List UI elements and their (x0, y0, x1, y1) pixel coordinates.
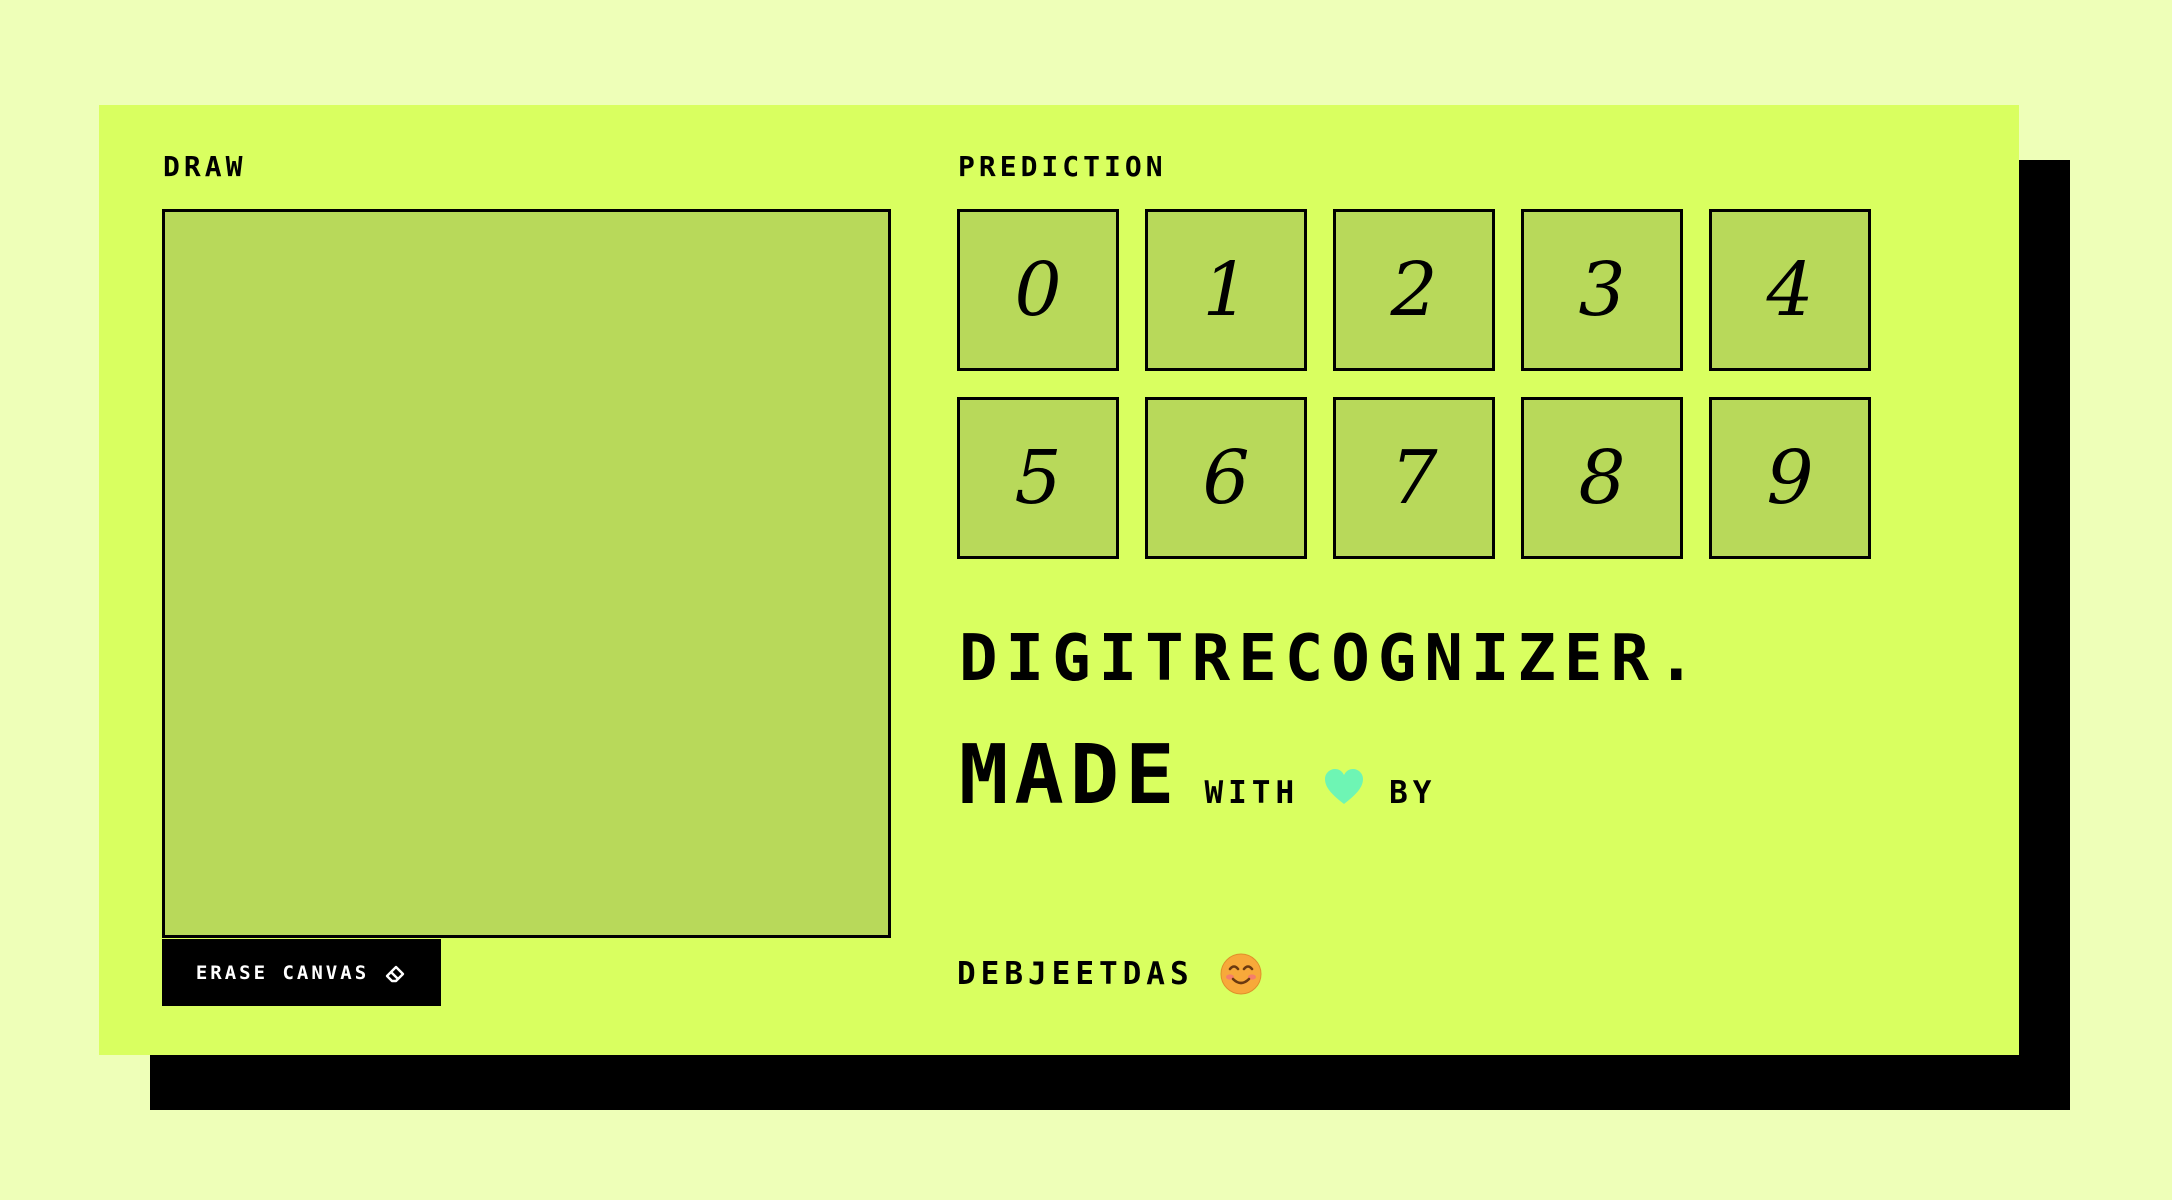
author-line: DEBJEETDAS (957, 953, 1262, 995)
made-with-line: MADE WITH BY (959, 735, 1436, 817)
digit-cell-7[interactable]: 7 (1333, 397, 1495, 559)
smiling-face-icon (1220, 953, 1262, 995)
digit-cell-6[interactable]: 6 (1145, 397, 1307, 559)
prediction-label: PREDICTION (958, 150, 1167, 183)
by-text: BY (1389, 775, 1437, 811)
digit-cell-9[interactable]: 9 (1709, 397, 1871, 559)
app-title: DIGITRECOGNIZER. (959, 622, 1704, 696)
drawing-canvas[interactable] (162, 209, 891, 938)
digit-cell-4[interactable]: 4 (1709, 209, 1871, 371)
digit-cell-1[interactable]: 1 (1145, 209, 1307, 371)
digit-cell-5[interactable]: 5 (957, 397, 1119, 559)
digit-cell-0[interactable]: 0 (957, 209, 1119, 371)
made-text: MADE (959, 728, 1181, 823)
author-name[interactable]: DEBJEETDAS (957, 958, 1194, 990)
digit-cell-8[interactable]: 8 (1521, 397, 1683, 559)
with-text: WITH (1204, 775, 1300, 811)
prediction-grid: 0 1 2 3 4 5 6 7 8 9 (957, 209, 1871, 559)
main-card: DRAW ERASE CANVAS PREDICTION 0 1 2 3 4 5… (99, 105, 2019, 1055)
heart-icon (1325, 769, 1364, 804)
digit-cell-2[interactable]: 2 (1333, 209, 1495, 371)
digit-cell-3[interactable]: 3 (1521, 209, 1683, 371)
eraser-icon (385, 965, 405, 982)
erase-canvas-button[interactable]: ERASE CANVAS (162, 939, 441, 1006)
erase-canvas-label: ERASE CANVAS (195, 961, 370, 984)
draw-label: DRAW (163, 150, 247, 183)
